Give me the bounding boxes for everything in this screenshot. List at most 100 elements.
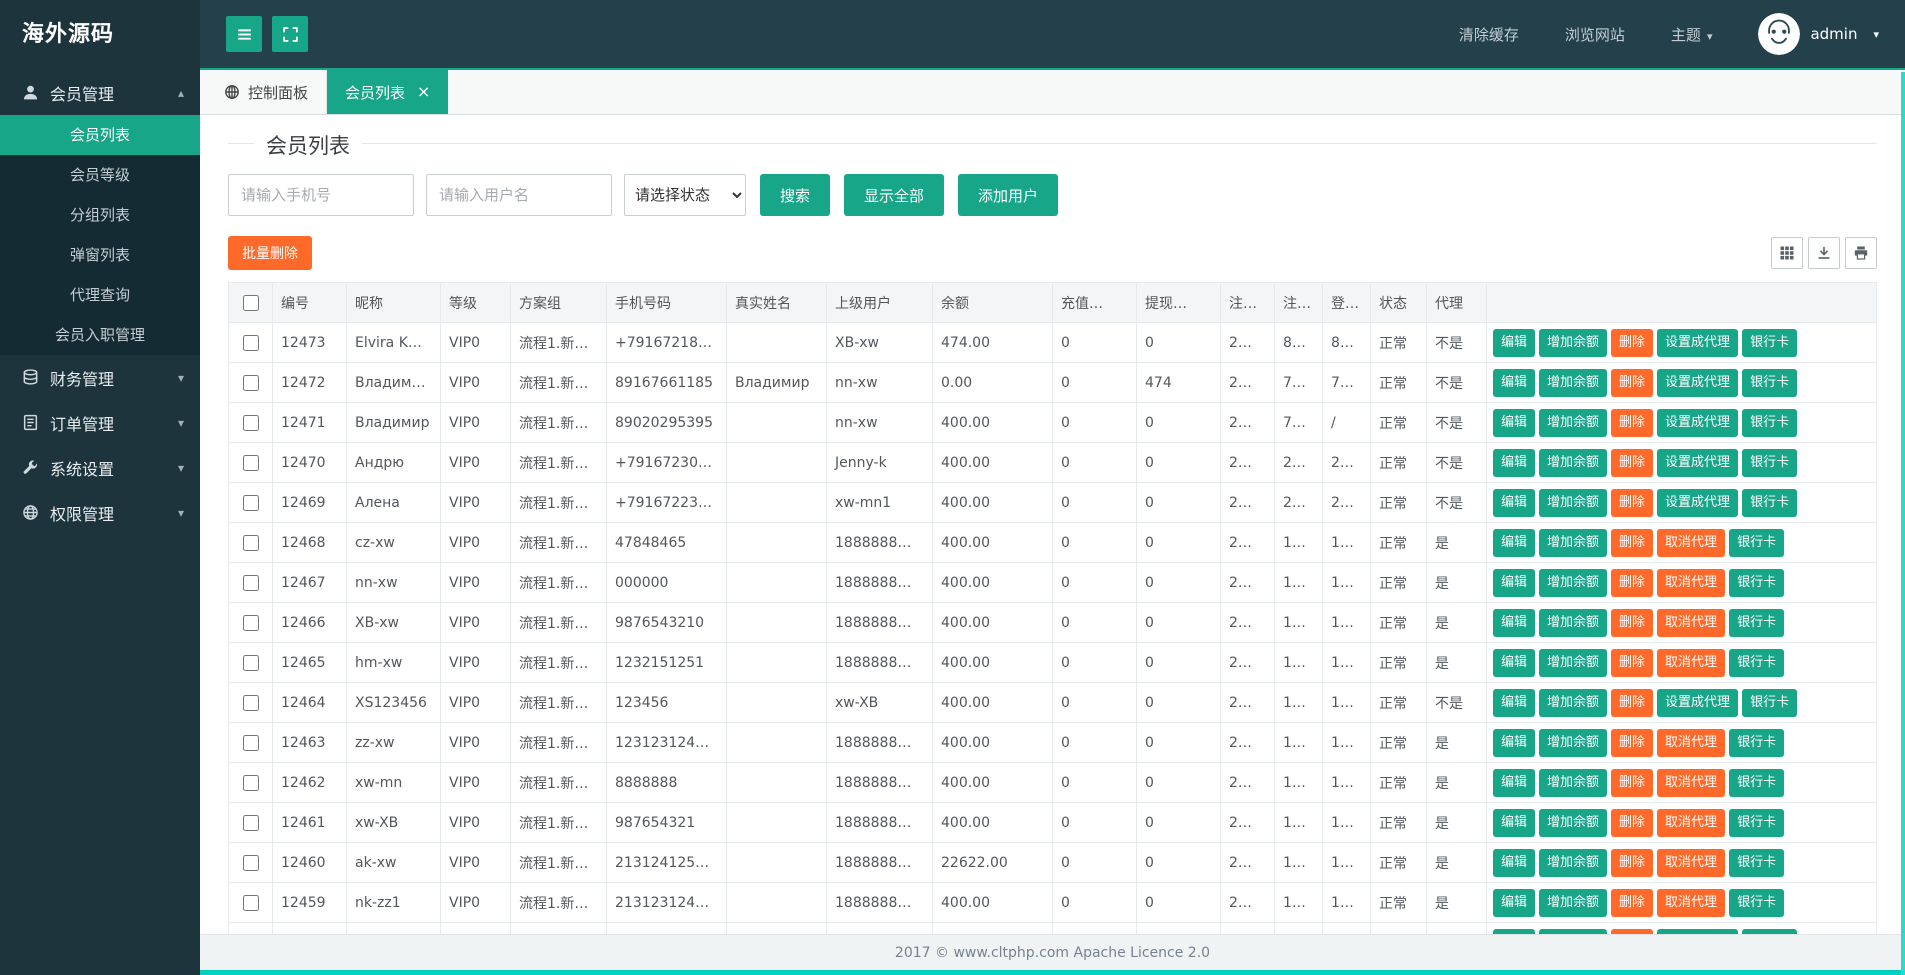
sidebar-item-agent-query[interactable]: 代理查询 <box>0 275 200 315</box>
sidebar-section-finance-management[interactable]: 财务管理 ▾ <box>0 355 200 400</box>
bank-card-button[interactable]: 银行卡 <box>1742 488 1798 517</box>
edit-button[interactable]: 编辑 <box>1493 608 1536 637</box>
row-checkbox[interactable] <box>242 334 259 351</box>
edit-button[interactable]: 编辑 <box>1493 808 1536 837</box>
add-balance-button[interactable]: 增加余额 <box>1539 888 1608 917</box>
edit-button[interactable]: 编辑 <box>1493 688 1536 717</box>
cancel-agent-button[interactable]: 取消代理 <box>1657 808 1726 837</box>
edit-button[interactable]: 编辑 <box>1493 848 1536 877</box>
row-checkbox[interactable] <box>242 414 259 431</box>
cancel-agent-button[interactable]: 取消代理 <box>1657 888 1726 917</box>
phone-input[interactable] <box>228 174 414 216</box>
add-balance-button[interactable]: 增加余额 <box>1539 568 1608 597</box>
add-balance-button[interactable]: 增加余额 <box>1539 488 1608 517</box>
bank-card-button[interactable]: 银行卡 <box>1742 448 1798 477</box>
delete-button[interactable]: 删除 <box>1611 368 1654 397</box>
sidebar-section-permission-management[interactable]: 权限管理 ▾ <box>0 490 200 535</box>
set-agent-button[interactable]: 设置成代理 <box>1657 368 1739 397</box>
cancel-agent-button[interactable]: 取消代理 <box>1657 608 1726 637</box>
row-checkbox[interactable] <box>242 894 259 911</box>
add-balance-button[interactable]: 增加余额 <box>1539 728 1608 757</box>
delete-button[interactable]: 删除 <box>1611 328 1654 357</box>
username-input[interactable] <box>426 174 612 216</box>
row-checkbox[interactable] <box>242 614 259 631</box>
bank-card-button[interactable]: 银行卡 <box>1742 688 1798 717</box>
bank-card-button[interactable]: 银行卡 <box>1729 848 1785 877</box>
admin-dropdown[interactable]: admin ▾ <box>1758 13 1879 55</box>
browse-site-link[interactable]: 浏览网站 <box>1565 24 1625 45</box>
set-agent-button[interactable]: 设置成代理 <box>1657 448 1739 477</box>
sidebar-item-popup-list[interactable]: 弹窗列表 <box>0 235 200 275</box>
delete-button[interactable]: 删除 <box>1611 528 1654 557</box>
edit-button[interactable]: 编辑 <box>1493 888 1536 917</box>
add-balance-button[interactable]: 增加余额 <box>1539 848 1608 877</box>
delete-button[interactable]: 删除 <box>1611 888 1654 917</box>
delete-button[interactable]: 删除 <box>1611 808 1654 837</box>
print-button[interactable] <box>1845 237 1877 269</box>
cancel-agent-button[interactable]: 取消代理 <box>1657 648 1726 677</box>
edit-button[interactable]: 编辑 <box>1493 448 1536 477</box>
edit-button[interactable]: 编辑 <box>1493 408 1536 437</box>
horizontal-scrollbar[interactable] <box>200 970 1905 975</box>
row-checkbox[interactable] <box>242 574 259 591</box>
bank-card-button[interactable]: 银行卡 <box>1742 408 1798 437</box>
delete-button[interactable]: 删除 <box>1611 648 1654 677</box>
row-checkbox[interactable] <box>242 734 259 751</box>
bank-card-button[interactable]: 银行卡 <box>1729 648 1785 677</box>
add-user-button[interactable]: 添加用户 <box>958 174 1059 216</box>
add-balance-button[interactable]: 增加余额 <box>1539 768 1608 797</box>
sidebar-item-group-list[interactable]: 分组列表 <box>0 195 200 235</box>
delete-button[interactable]: 删除 <box>1611 688 1654 717</box>
delete-button[interactable]: 删除 <box>1611 768 1654 797</box>
row-checkbox[interactable] <box>242 374 259 391</box>
columns-toggle-button[interactable] <box>1771 237 1803 269</box>
sidebar-item-member-list[interactable]: 会员列表 <box>0 115 200 155</box>
bank-card-button[interactable]: 银行卡 <box>1742 368 1798 397</box>
delete-button[interactable]: 删除 <box>1611 448 1654 477</box>
set-agent-button[interactable]: 设置成代理 <box>1657 408 1739 437</box>
add-balance-button[interactable]: 增加余额 <box>1539 528 1608 557</box>
batch-delete-button[interactable]: 批量删除 <box>228 236 312 270</box>
row-checkbox[interactable] <box>242 654 259 671</box>
bank-card-button[interactable]: 银行卡 <box>1729 728 1785 757</box>
bank-card-button[interactable]: 银行卡 <box>1729 608 1785 637</box>
add-balance-button[interactable]: 增加余额 <box>1539 808 1608 837</box>
tab-member-list[interactable]: 会员列表 × <box>327 70 449 114</box>
bank-card-button[interactable]: 银行卡 <box>1729 888 1785 917</box>
add-balance-button[interactable]: 增加余额 <box>1539 328 1608 357</box>
add-balance-button[interactable]: 增加余额 <box>1539 688 1608 717</box>
edit-button[interactable]: 编辑 <box>1493 328 1536 357</box>
sidebar-section-system-settings[interactable]: 系统设置 ▾ <box>0 445 200 490</box>
select-all-checkbox[interactable] <box>242 294 259 311</box>
bank-card-button[interactable]: 银行卡 <box>1729 768 1785 797</box>
export-button[interactable] <box>1808 237 1840 269</box>
row-checkbox[interactable] <box>242 774 259 791</box>
cancel-agent-button[interactable]: 取消代理 <box>1657 528 1726 557</box>
row-checkbox[interactable] <box>242 694 259 711</box>
edit-button[interactable]: 编辑 <box>1493 368 1536 397</box>
bank-card-button[interactable]: 银行卡 <box>1729 528 1785 557</box>
menu-toggle-button[interactable] <box>226 16 262 52</box>
cancel-agent-button[interactable]: 取消代理 <box>1657 848 1726 877</box>
bank-card-button[interactable]: 银行卡 <box>1729 568 1785 597</box>
edit-button[interactable]: 编辑 <box>1493 568 1536 597</box>
delete-button[interactable]: 删除 <box>1611 608 1654 637</box>
row-checkbox[interactable] <box>242 814 259 831</box>
row-checkbox[interactable] <box>242 454 259 471</box>
vertical-scrollbar[interactable] <box>1901 72 1905 975</box>
bank-card-button[interactable]: 银行卡 <box>1742 328 1798 357</box>
cancel-agent-button[interactable]: 取消代理 <box>1657 728 1726 757</box>
sidebar-item-member-level[interactable]: 会员等级 <box>0 155 200 195</box>
cancel-agent-button[interactable]: 取消代理 <box>1657 768 1726 797</box>
add-balance-button[interactable]: 增加余额 <box>1539 448 1608 477</box>
row-checkbox[interactable] <box>242 494 259 511</box>
add-balance-button[interactable]: 增加余额 <box>1539 368 1608 397</box>
delete-button[interactable]: 删除 <box>1611 568 1654 597</box>
theme-dropdown[interactable]: 主题 ▾ <box>1671 24 1713 45</box>
set-agent-button[interactable]: 设置成代理 <box>1657 688 1739 717</box>
sidebar-section-order-management[interactable]: 订单管理 ▾ <box>0 400 200 445</box>
row-checkbox[interactable] <box>242 534 259 551</box>
delete-button[interactable]: 删除 <box>1611 848 1654 877</box>
delete-button[interactable]: 删除 <box>1611 728 1654 757</box>
fullscreen-button[interactable] <box>272 16 308 52</box>
